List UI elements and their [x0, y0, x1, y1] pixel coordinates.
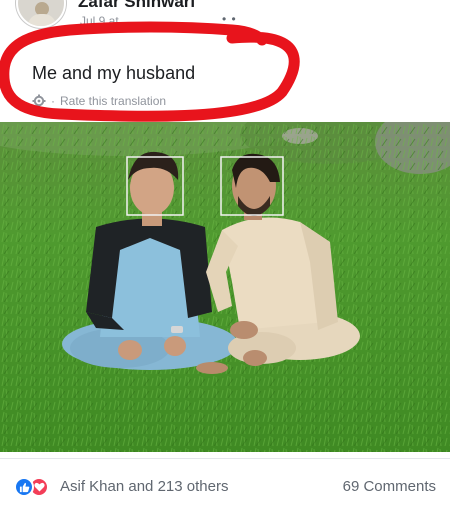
post-time[interactable]: Jul 9 at	[80, 14, 119, 28]
author-name[interactable]: Zafar Shinwari	[78, 0, 195, 12]
reaction-icons[interactable]	[14, 477, 49, 497]
facebook-post: Zafar Shinwari Jul 9 at • • Me and my hu…	[0, 0, 450, 514]
reactors-text[interactable]: Asif Khan and 213 others	[60, 478, 228, 495]
translate-row[interactable]: · Rate this translation	[32, 94, 166, 108]
post-caption: Me and my husband	[32, 63, 196, 83]
like-icon	[14, 477, 34, 497]
rate-translation-link[interactable]: Rate this translation	[60, 94, 166, 108]
gear-icon	[32, 94, 46, 108]
comments-count[interactable]: 69 Comments	[343, 478, 436, 495]
avatar[interactable]	[16, 0, 66, 28]
post-photo[interactable]	[0, 122, 450, 452]
post-header: Zafar Shinwari Jul 9 at • •	[0, 0, 450, 42]
post-footer: Asif Khan and 213 others 69 Comments	[0, 458, 450, 514]
dots-icon: • •	[222, 12, 237, 26]
